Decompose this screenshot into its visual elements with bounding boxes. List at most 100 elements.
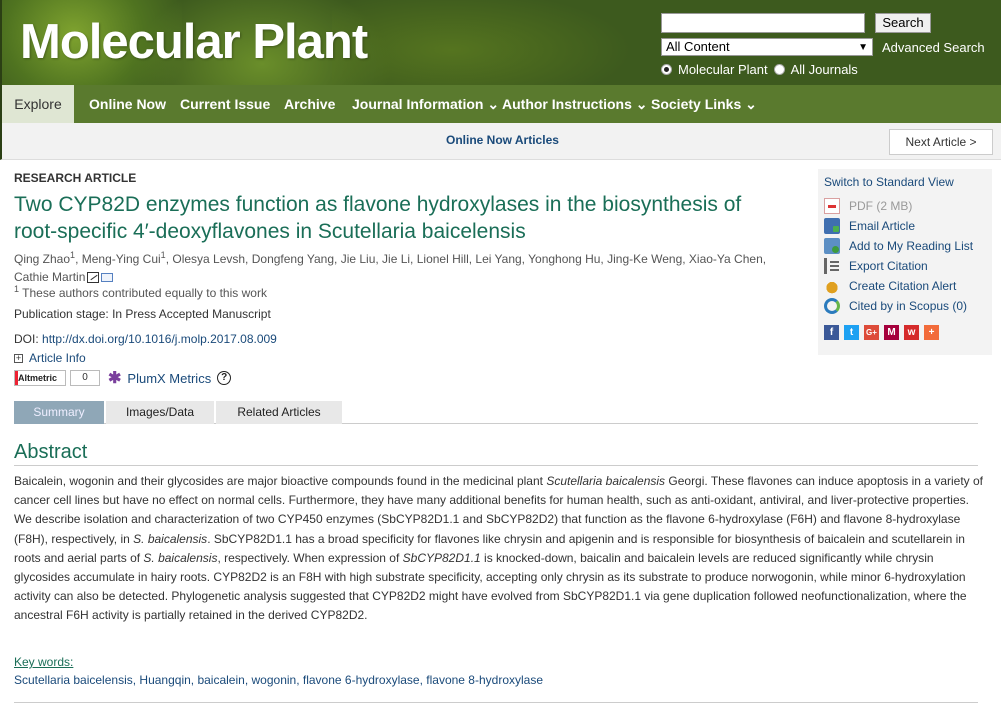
email-author-icon[interactable] bbox=[101, 273, 114, 283]
keyword-link[interactable]: Scutellaria baicelensis bbox=[14, 673, 133, 687]
citation-alert-label: Create Citation Alert bbox=[849, 279, 957, 293]
site-logo[interactable]: Molecular Plant bbox=[20, 14, 368, 70]
header-leaf-decoration bbox=[332, 0, 632, 85]
google-plus-icon[interactable]: G+ bbox=[864, 325, 879, 340]
author-link[interactable]: Meng-Ying Cui bbox=[82, 252, 161, 266]
divider bbox=[14, 465, 978, 466]
pdf-label: PDF (2 MB) bbox=[849, 199, 913, 213]
doi-label: DOI: bbox=[14, 332, 43, 346]
article-title: Two CYP82D enzymes function as flavone h… bbox=[14, 193, 742, 243]
export-citation-icon bbox=[824, 258, 840, 274]
abstract-species: S. baicalensis bbox=[143, 550, 218, 565]
mendeley-icon[interactable]: M bbox=[884, 325, 899, 340]
site-header: Molecular Plant Search All Content ▼ Adv… bbox=[0, 0, 1001, 85]
keyword-link[interactable]: flavone 8-hydroxylase bbox=[426, 673, 543, 687]
journal-scope-radios: Molecular Plant All Journals bbox=[661, 62, 864, 77]
more-share-icon[interactable]: + bbox=[924, 325, 939, 340]
radio-unchecked-icon[interactable] bbox=[773, 64, 785, 75]
search-input[interactable] bbox=[661, 13, 865, 33]
add-to-reading-list-link[interactable]: Add to My Reading List bbox=[824, 237, 973, 255]
footnote-mark: 1 bbox=[14, 284, 20, 294]
radio-label: All Journals bbox=[790, 62, 858, 77]
author-link[interactable]: Cathie Martin bbox=[14, 270, 85, 284]
email-icon bbox=[824, 218, 840, 234]
doi: DOI: http://dx.doi.org/10.1016/j.molp.20… bbox=[14, 332, 277, 346]
equal-contribution-note: 1 These authors contributed equally to t… bbox=[14, 284, 267, 300]
email-article-link[interactable]: Email Article bbox=[824, 217, 915, 235]
next-article-button[interactable]: Next Article > bbox=[889, 129, 993, 155]
radio-checked-icon[interactable] bbox=[661, 64, 672, 75]
tab-images-data[interactable]: Images/Data bbox=[106, 401, 214, 424]
article-type: RESEARCH ARTICLE bbox=[14, 171, 137, 185]
author-link[interactable]: Qing Zhao bbox=[14, 252, 70, 266]
nav-society-links[interactable]: Society Links ⌄ bbox=[651, 85, 757, 123]
abstract-segment: Baicalein, wogonin and their glycosides … bbox=[14, 474, 547, 488]
search-button[interactable]: Search bbox=[875, 13, 931, 33]
article-tools-sidebar: Switch to Standard View PDF (2 MB) Email… bbox=[818, 169, 992, 355]
nav-online-now[interactable]: Online Now bbox=[89, 85, 166, 123]
abstract-gene: SbCYP82D1.1 bbox=[402, 550, 481, 565]
author-sup: 1 bbox=[70, 250, 76, 260]
advanced-search-link[interactable]: Advanced Search bbox=[882, 40, 985, 55]
keywords-label: Key words: bbox=[14, 655, 74, 669]
abstract-heading: Abstract bbox=[14, 441, 88, 463]
doi-link[interactable]: http://dx.doi.org/10.1016/j.molp.2017.08… bbox=[42, 332, 277, 346]
author-links[interactable]: , Olesya Levsh, Dongfeng Yang, Jie Liu, … bbox=[166, 252, 766, 266]
equal-contribution-text: These authors contributed equally to thi… bbox=[22, 286, 267, 300]
article-info-label[interactable]: Article Info bbox=[29, 351, 86, 365]
reading-list-label: Add to My Reading List bbox=[849, 239, 974, 253]
tab-related-articles[interactable]: Related Articles bbox=[216, 401, 342, 424]
scopus-icon bbox=[824, 298, 840, 314]
export-citation-link[interactable]: Export Citation bbox=[824, 257, 928, 275]
keywords-list: Scutellaria baicelensis, Huangqin, baica… bbox=[14, 673, 543, 687]
author-line: Qing Zhao1, Meng-Ying Cui1, Olesya Levsh… bbox=[14, 250, 767, 266]
expand-plus-icon[interactable]: + bbox=[14, 353, 23, 363]
altmetric-badge[interactable]: Altmetric bbox=[14, 370, 66, 386]
nav-archive[interactable]: Archive bbox=[284, 85, 335, 123]
author-list: Qing Zhao1, Meng-Ying Cui1, Olesya Levsh… bbox=[14, 246, 794, 286]
article-tabs: Summary Images/Data Related Articles bbox=[14, 401, 978, 424]
keyword-link[interactable]: Huangqin bbox=[139, 673, 190, 687]
abstract-species: S. baicalensis bbox=[133, 531, 208, 546]
altmetric-count[interactable]: 0 bbox=[70, 370, 100, 386]
cited-by-scopus-link[interactable]: Cited by in Scopus (0) bbox=[824, 297, 967, 315]
content-scope-select[interactable]: All Content ▼ bbox=[661, 38, 873, 56]
bell-icon bbox=[824, 278, 840, 294]
weibo-icon[interactable]: w bbox=[904, 325, 919, 340]
keyword-link[interactable]: baicalein bbox=[197, 673, 244, 687]
keyword-separator: , bbox=[244, 673, 252, 687]
keyword-link[interactable]: flavone 6-hydroxylase bbox=[303, 673, 420, 687]
nav-current-issue[interactable]: Current Issue bbox=[180, 85, 270, 123]
radio-option-all-journals[interactable]: All Journals bbox=[773, 62, 858, 77]
email-article-label: Email Article bbox=[849, 219, 916, 233]
article-subbar: Online Now Articles Next Article > bbox=[0, 123, 1001, 160]
keyword-link[interactable]: wogonin bbox=[252, 673, 297, 687]
abstract-species: Scutellaria baicalensis bbox=[546, 474, 666, 488]
online-now-articles-link[interactable]: Online Now Articles bbox=[446, 133, 559, 147]
radio-label: Molecular Plant bbox=[678, 62, 768, 77]
article-info-toggle[interactable]: + Article Info bbox=[14, 351, 86, 365]
radio-option-molecular-plant[interactable]: Molecular Plant bbox=[661, 62, 768, 77]
keyword-separator: , bbox=[296, 673, 303, 687]
create-citation-alert-link[interactable]: Create Citation Alert bbox=[824, 277, 956, 295]
plumx-icon[interactable]: ✱ bbox=[108, 368, 121, 388]
corresponding-author-icon[interactable] bbox=[87, 272, 100, 284]
social-share-bar: f t G+ M w + bbox=[824, 325, 944, 340]
reading-list-icon bbox=[824, 238, 840, 254]
publication-stage: Publication stage: In Press Accepted Man… bbox=[14, 307, 271, 321]
help-icon[interactable]: ? bbox=[217, 371, 232, 385]
switch-to-standard-view-link[interactable]: Switch to Standard View bbox=[824, 175, 954, 189]
divider bbox=[14, 702, 978, 703]
nav-journal-information[interactable]: Journal Information ⌄ bbox=[352, 85, 499, 123]
facebook-icon[interactable]: f bbox=[824, 325, 839, 340]
main-nav: Explore Online Now Current Issue Archive… bbox=[0, 85, 1001, 123]
twitter-icon[interactable]: t bbox=[844, 325, 859, 340]
pdf-link[interactable]: PDF (2 MB) bbox=[824, 197, 912, 215]
caret-down-icon: ▼ bbox=[858, 42, 868, 53]
abstract-segment: , respectively. When expression of bbox=[217, 550, 403, 565]
export-citation-label: Export Citation bbox=[849, 259, 928, 273]
nav-explore[interactable]: Explore bbox=[2, 85, 74, 123]
tab-summary[interactable]: Summary bbox=[14, 401, 104, 424]
nav-author-instructions[interactable]: Author Instructions ⌄ bbox=[502, 85, 648, 123]
plumx-metrics-link[interactable]: PlumX Metrics bbox=[127, 371, 211, 386]
